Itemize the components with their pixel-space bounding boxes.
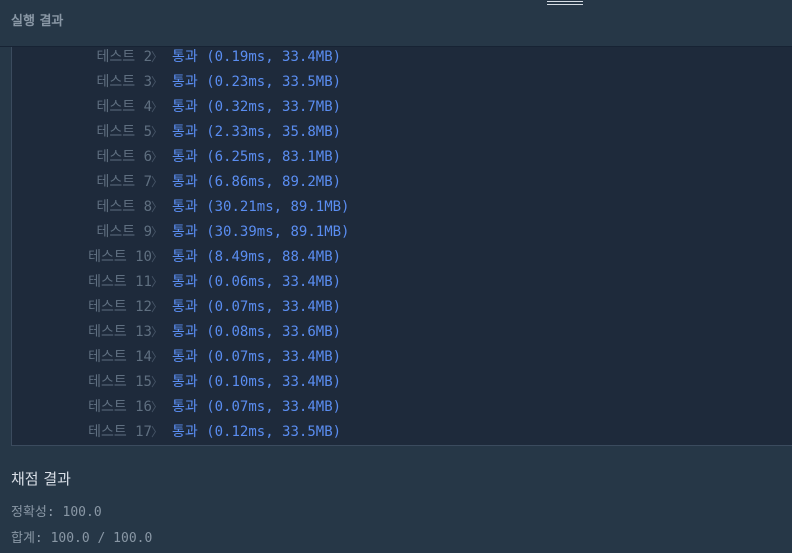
test-result: 통과 (0.12ms, 33.5MB) [172, 424, 342, 440]
test-row: 테스트 5 〉 통과 (2.33ms, 35.8MB) [12, 120, 792, 145]
test-result: 통과 (0.32ms, 33.7MB) [172, 99, 342, 115]
test-result: 통과 (0.23ms, 33.5MB) [172, 74, 342, 90]
chevron-right-icon: 〉 [151, 100, 164, 114]
test-row: 테스트 12 〉 통과 (0.07ms, 33.4MB) [12, 295, 792, 320]
test-row: 테스트 7 〉 통과 (6.86ms, 89.2MB) [12, 170, 792, 195]
test-label: 테스트 8 [96, 199, 153, 215]
test-label: 테스트 12 [88, 299, 152, 315]
test-label: 테스트 5 [96, 124, 153, 140]
chevron-right-icon: 〉 [151, 425, 164, 439]
test-label: 테스트 9 [96, 224, 153, 240]
test-result: 통과 (6.86ms, 89.2MB) [172, 174, 342, 190]
chevron-right-icon: 〉 [151, 375, 164, 389]
chevron-right-icon: 〉 [151, 325, 164, 339]
chevron-right-icon: 〉 [151, 200, 164, 214]
test-label: 테스트 15 [88, 374, 152, 390]
test-row: 테스트 17 〉 통과 (0.12ms, 33.5MB) [12, 420, 792, 445]
test-row: 테스트 9 〉 통과 (30.39ms, 89.1MB) [12, 220, 792, 245]
test-label: 테스트 11 [88, 274, 152, 290]
test-row: 테스트 2 〉 통과 (0.19ms, 33.4MB) [12, 47, 792, 70]
chevron-right-icon: 〉 [151, 300, 164, 314]
test-result: 통과 (0.07ms, 33.4MB) [172, 299, 342, 315]
test-label: 테스트 6 [96, 149, 153, 165]
chevron-right-icon: 〉 [151, 150, 164, 164]
test-label: 테스트 13 [88, 324, 152, 340]
total-score: 합계: 100.0 / 100.0 [11, 531, 153, 546]
test-result: 통과 (0.06ms, 33.4MB) [172, 274, 342, 290]
test-label: 테스트 16 [88, 399, 152, 415]
chevron-right-icon: 〉 [151, 350, 164, 364]
test-result: 통과 (2.33ms, 35.8MB) [172, 124, 342, 140]
test-result: 통과 (0.10ms, 33.4MB) [172, 374, 342, 390]
test-label: 테스트 2 [96, 49, 153, 65]
chevron-right-icon: 〉 [151, 275, 164, 289]
grading-title: 채점 결과 [11, 470, 71, 488]
test-result: 통과 (0.07ms, 33.4MB) [172, 349, 342, 365]
chevron-right-icon: 〉 [151, 75, 164, 89]
resize-handle[interactable] [547, 0, 583, 6]
resize-handle-bar-top [547, 1, 583, 2]
chevron-right-icon: 〉 [151, 225, 164, 239]
test-result: 통과 (8.49ms, 88.4MB) [172, 249, 342, 265]
test-row: 테스트 8 〉 통과 (30.21ms, 89.1MB) [12, 195, 792, 220]
test-result: 통과 (30.39ms, 89.1MB) [172, 224, 350, 240]
header-title: 실행 결과 [11, 14, 64, 29]
chevron-right-icon: 〉 [151, 50, 164, 64]
chevron-right-icon: 〉 [151, 250, 164, 264]
test-label: 테스트 14 [88, 349, 152, 365]
test-label: 테스트 3 [96, 74, 153, 90]
test-row: 테스트 11 〉 통과 (0.06ms, 33.4MB) [12, 270, 792, 295]
test-results-panel[interactable]: 테스트 2 〉 통과 (0.19ms, 33.4MB) 테스트 3 〉 통과 (0.23m… [11, 47, 792, 446]
test-result: 통과 (6.25ms, 83.1MB) [172, 149, 342, 165]
test-result: 통과 (0.19ms, 33.4MB) [172, 49, 342, 65]
test-label: 테스트 7 [96, 174, 153, 190]
test-label: 테스트 10 [88, 249, 152, 265]
test-row: 테스트 16 〉 통과 (0.07ms, 33.4MB) [12, 395, 792, 420]
result-header: 실행 결과 [0, 0, 792, 47]
test-row: 테스트 4 〉 통과 (0.32ms, 33.7MB) [12, 95, 792, 120]
test-row: 테스트 10 〉 통과 (8.49ms, 88.4MB) [12, 245, 792, 270]
test-label: 테스트 4 [96, 99, 153, 115]
chevron-right-icon: 〉 [151, 400, 164, 414]
test-result: 통과 (0.07ms, 33.4MB) [172, 399, 342, 415]
app-root: 실행 결과 테스트 2 〉 통과 (0.19ms, 33.4MB) 테스트 3 〉 통과 … [0, 0, 792, 553]
test-row: 테스트 13 〉 통과 (0.08ms, 33.6MB) [12, 320, 792, 345]
test-result: 통과 (30.21ms, 89.1MB) [172, 199, 350, 215]
test-row: 테스트 14 〉 통과 (0.07ms, 33.4MB) [12, 345, 792, 370]
test-result: 통과 (0.08ms, 33.6MB) [172, 324, 342, 340]
accuracy-score: 정확성: 100.0 [11, 505, 102, 520]
test-row: 테스트 3 〉 통과 (0.23ms, 33.5MB) [12, 70, 792, 95]
chevron-right-icon: 〉 [151, 125, 164, 139]
test-row: 테스트 6 〉 통과 (6.25ms, 83.1MB) [12, 145, 792, 170]
resize-handle-bar-bottom [547, 4, 583, 5]
test-row: 테스트 15 〉 통과 (0.10ms, 33.4MB) [12, 370, 792, 395]
chevron-right-icon: 〉 [151, 175, 164, 189]
test-label: 테스트 17 [88, 424, 152, 440]
